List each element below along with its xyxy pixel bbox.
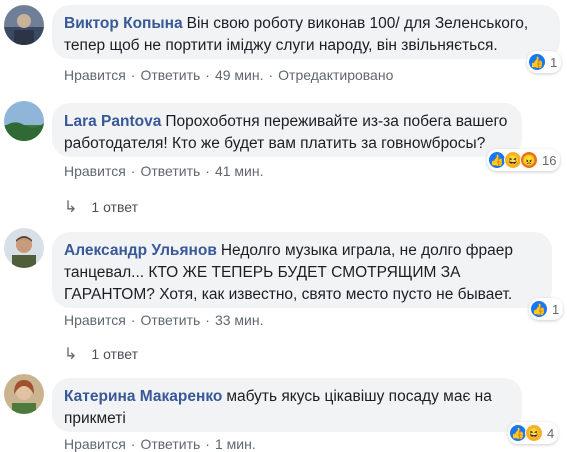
like-link[interactable]: Нравится [64, 436, 126, 452]
comment-author[interactable]: Виктор Копына [64, 15, 183, 32]
comment-text: Він свою роботу виконав 100/ для Зеленсь… [186, 15, 529, 32]
comment-text: Порохоботня переживайте из-за побега ваш… [165, 113, 508, 130]
reply-link[interactable]: Ответить [140, 312, 200, 328]
comment-time[interactable]: 49 мин. [215, 67, 264, 83]
comment-author[interactable]: Катерина Макаренко [64, 388, 222, 405]
reaction-summary[interactable]: 👍 1 [527, 51, 562, 73]
comment-actions: Нравится · Ответить · 33 мин. [64, 312, 264, 328]
comment-author[interactable]: Lara Pantova [64, 113, 161, 130]
comment-bubble: Катерина Макаренко мабуть якусь цікавішу … [52, 378, 522, 432]
comment-time[interactable]: 33 мин. [215, 312, 264, 328]
comment-bubble: Lara Pantova Порохоботня переживайте из-з… [52, 103, 522, 157]
edited-label: Отредактировано [278, 67, 394, 83]
avatar[interactable] [4, 101, 44, 141]
reply-arrow-icon: ↳ [64, 346, 78, 363]
comment-bubble: Александр Ульянов Недолго музыка играла, … [52, 232, 552, 308]
comment-actions: Нравится · Ответить · 49 мин. · Отредактирован… [64, 67, 394, 83]
reaction-summary[interactable]: 👍 😆 4 [508, 422, 559, 444]
comment-author[interactable]: Александр Ульянов [64, 242, 217, 259]
avatar[interactable] [4, 228, 44, 268]
view-replies-link[interactable]: ↳ 1 ответ [64, 197, 138, 217]
angry-icon: 😠 [520, 151, 538, 169]
comment-time[interactable]: 1 мин. [215, 436, 256, 452]
view-replies-link[interactable]: ↳ 1 ответ [64, 344, 138, 364]
like-link[interactable]: Нравится [64, 312, 126, 328]
comment-text: тепер щоб не портити іміджу слуги народу… [64, 37, 498, 54]
comment-time[interactable]: 41 мин. [215, 163, 264, 179]
reaction-summary[interactable]: 👍 1 [529, 298, 564, 320]
reaction-count: 1 [550, 54, 558, 70]
haha-icon: 😆 [525, 424, 543, 442]
reply-arrow-icon: ↳ [64, 199, 78, 216]
comment-text: мабуть якусь цікавішу посаду має на [226, 388, 492, 405]
like-link[interactable]: Нравится [64, 67, 126, 83]
comment-text: работодателя! Кто же будет вам платить з… [64, 135, 486, 152]
like-link[interactable]: Нравится [64, 163, 126, 179]
reply-link[interactable]: Ответить [140, 163, 200, 179]
reply-link[interactable]: Ответить [140, 436, 200, 452]
comment-text: танцевал... КТО ЖЕ ТЕПЕРЬ БУДЕТ СМОТРЯЩИ… [64, 264, 461, 281]
replies-count: 1 ответ [91, 199, 138, 215]
comment-bubble: Виктор Копына Він свою роботу виконав 100… [52, 5, 560, 59]
comment-text: Недолго музыка играла, не долго фраер [220, 242, 513, 259]
replies-count: 1 ответ [91, 346, 138, 362]
reaction-count: 1 [552, 301, 560, 317]
reaction-count: 4 [547, 425, 555, 441]
avatar[interactable] [4, 5, 44, 45]
comment-actions: Нравится · Ответить · 1 мин. [64, 436, 256, 452]
comment-actions: Нравится · Ответить · 41 мин. [64, 163, 264, 179]
comment-text: ГАРАНТОМ? Хотя, как известно, свято мест… [64, 286, 513, 303]
like-icon: 👍 [528, 53, 546, 71]
reaction-count: 16 [542, 152, 557, 168]
reply-link[interactable]: Ответить [140, 67, 200, 83]
reaction-summary[interactable]: 👍 😆 😠 16 [487, 149, 561, 171]
like-icon: 👍 [530, 300, 548, 318]
avatar[interactable] [4, 374, 44, 414]
comment-text: прикметі [64, 410, 126, 427]
